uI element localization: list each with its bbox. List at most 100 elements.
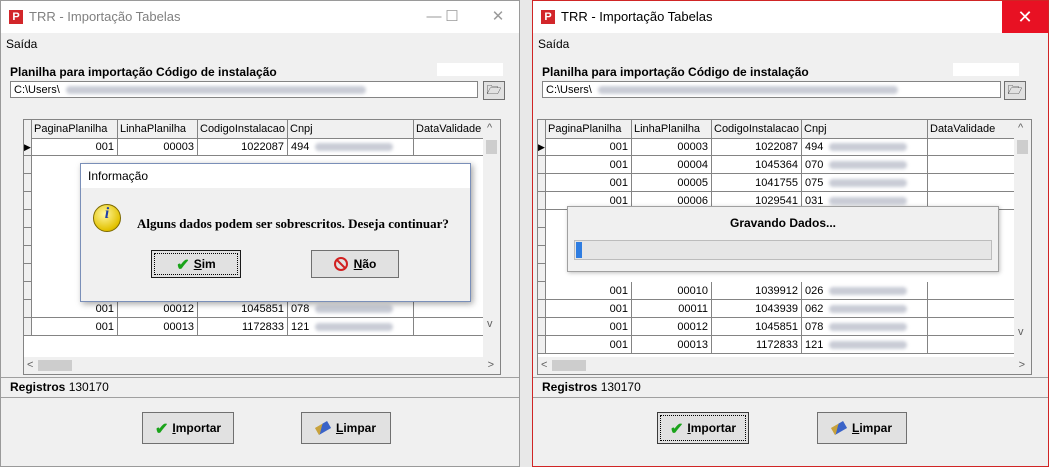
close-button[interactable]: ✕	[1002, 1, 1048, 33]
importar-button[interactable]: ✔ Importar	[142, 412, 234, 444]
cell-datavalidade[interactable]	[414, 318, 484, 336]
scroll-right-icon[interactable]: >	[488, 357, 494, 374]
col-cnpj-header[interactable]: Cnpj	[802, 120, 928, 138]
cell-codigo[interactable]: 1022087	[198, 138, 288, 156]
importar-button[interactable]: ✔ Importar	[657, 412, 749, 444]
cell-pagina[interactable]: 001	[32, 318, 118, 336]
vertical-scrollbar[interactable]: ^ v	[483, 120, 500, 357]
horizontal-scroll-thumb[interactable]	[38, 360, 72, 371]
menu-saida[interactable]: Saída	[6, 37, 37, 51]
scroll-up-icon[interactable]: ^	[487, 120, 492, 137]
cell-linha[interactable]: 00003	[118, 138, 198, 156]
cell-datavalidade[interactable]	[928, 282, 1016, 300]
col-pagina-header[interactable]: PaginaPlanilha	[546, 120, 632, 138]
cell-linha[interactable]: 00013	[632, 336, 712, 354]
cell-linha[interactable]: 00005	[632, 174, 712, 192]
cell-cnpj[interactable]: 062	[802, 300, 928, 318]
cell-pagina[interactable]: 001	[546, 336, 632, 354]
sim-button[interactable]: ✔ Sim	[151, 250, 241, 278]
cell-linha[interactable]: 00012	[118, 300, 198, 318]
cell-codigo[interactable]: 1172833	[198, 318, 288, 336]
scroll-down-icon[interactable]: v	[487, 316, 493, 333]
cell-datavalidade[interactable]	[928, 156, 1016, 174]
table-row[interactable]	[24, 210, 32, 228]
cell-cnpj[interactable]: 494	[802, 138, 928, 156]
cell-pagina[interactable]: 001	[546, 156, 632, 174]
table-row[interactable]	[538, 246, 546, 264]
cell-cnpj[interactable]: 070	[802, 156, 928, 174]
scroll-left-icon[interactable]: <	[27, 357, 33, 374]
nao-button[interactable]: Não	[311, 250, 399, 278]
cell-linha[interactable]: 00013	[118, 318, 198, 336]
horizontal-scroll-thumb[interactable]	[552, 360, 586, 371]
cell-pagina[interactable]: 001	[546, 300, 632, 318]
col-linha-header[interactable]: LinhaPlanilha	[118, 120, 198, 138]
title-bar[interactable]: P TRR - Importação Tabelas — ☐ ✕	[1, 1, 519, 33]
cell-linha[interactable]: 00012	[632, 318, 712, 336]
table-row[interactable]	[24, 174, 32, 192]
cell-codigo[interactable]: 1045851	[712, 318, 802, 336]
scroll-down-icon[interactable]: v	[1018, 324, 1024, 341]
cell-pagina[interactable]: 001	[32, 138, 118, 156]
cell-datavalidade[interactable]	[414, 138, 484, 156]
vertical-scroll-thumb[interactable]	[1017, 140, 1028, 154]
cell-pagina[interactable]: 001	[546, 174, 632, 192]
cell-codigo[interactable]: 1045851	[198, 300, 288, 318]
cell-codigo[interactable]: 1022087	[712, 138, 802, 156]
table-row[interactable]	[24, 228, 32, 246]
cell-datavalidade[interactable]	[928, 336, 1016, 354]
cell-cnpj[interactable]: 121	[288, 318, 414, 336]
scroll-right-icon[interactable]: >	[1019, 357, 1025, 374]
horizontal-scrollbar[interactable]: < >	[24, 357, 500, 374]
cell-codigo[interactable]: 1043939	[712, 300, 802, 318]
cell-codigo[interactable]: 1172833	[712, 336, 802, 354]
menu-saida[interactable]: Saída	[538, 37, 569, 51]
table-row[interactable]	[24, 246, 32, 264]
limpar-button[interactable]: Limpar	[301, 412, 391, 444]
scroll-up-icon[interactable]: ^	[1018, 120, 1023, 137]
cell-cnpj[interactable]: 026	[802, 282, 928, 300]
cell-pagina[interactable]: 001	[546, 282, 632, 300]
limpar-button[interactable]: Limpar	[817, 412, 907, 444]
cell-pagina[interactable]: 001	[546, 318, 632, 336]
table-row[interactable]	[24, 264, 32, 282]
col-codigo-header[interactable]: CodigoInstalacao	[712, 120, 802, 138]
file-path-field[interactable]: C:\Users\	[542, 81, 1001, 98]
cell-linha[interactable]: 00011	[632, 300, 712, 318]
horizontal-scrollbar[interactable]: < >	[538, 357, 1031, 374]
col-pagina-header[interactable]: PaginaPlanilha	[32, 120, 118, 138]
cell-pagina[interactable]: 001	[546, 138, 632, 156]
table-row[interactable]	[24, 192, 32, 210]
cell-cnpj[interactable]: 078	[288, 300, 414, 318]
cell-pagina[interactable]: 001	[32, 300, 118, 318]
table-row[interactable]	[538, 264, 546, 282]
dialog-title[interactable]: Informação	[81, 164, 470, 188]
maximize-button[interactable]: ☐	[429, 1, 475, 33]
close-button[interactable]: ✕	[475, 1, 519, 33]
title-bar[interactable]: P TRR - Importação Tabelas ✕	[533, 1, 1048, 33]
cell-linha[interactable]: 00010	[632, 282, 712, 300]
cell-linha[interactable]: 00003	[632, 138, 712, 156]
cell-datavalidade[interactable]	[414, 300, 484, 318]
file-path-field[interactable]: C:\Users\	[10, 81, 478, 98]
table-row[interactable]	[538, 210, 546, 228]
cell-cnpj[interactable]: 494	[288, 138, 414, 156]
scroll-left-icon[interactable]: <	[541, 357, 547, 374]
cell-codigo[interactable]: 1039912	[712, 282, 802, 300]
col-datavalidade-header[interactable]: DataValidade	[928, 120, 1016, 138]
vertical-scrollbar[interactable]: ^ v	[1014, 120, 1031, 357]
table-row[interactable]	[24, 282, 32, 300]
table-row[interactable]	[538, 228, 546, 246]
cell-codigo[interactable]: 1041755	[712, 174, 802, 192]
table-row[interactable]	[24, 156, 32, 174]
cell-datavalidade[interactable]	[928, 174, 1016, 192]
col-codigo-header[interactable]: CodigoInstalacao	[198, 120, 288, 138]
cell-datavalidade[interactable]	[928, 300, 1016, 318]
open-folder-button[interactable]: 🗁	[1004, 81, 1026, 100]
cell-linha[interactable]: 00004	[632, 156, 712, 174]
cell-datavalidade[interactable]	[928, 138, 1016, 156]
col-cnpj-header[interactable]: Cnpj	[288, 120, 414, 138]
cell-cnpj[interactable]: 075	[802, 174, 928, 192]
open-folder-button[interactable]: 🗁	[483, 81, 505, 100]
cell-cnpj[interactable]: 121	[802, 336, 928, 354]
